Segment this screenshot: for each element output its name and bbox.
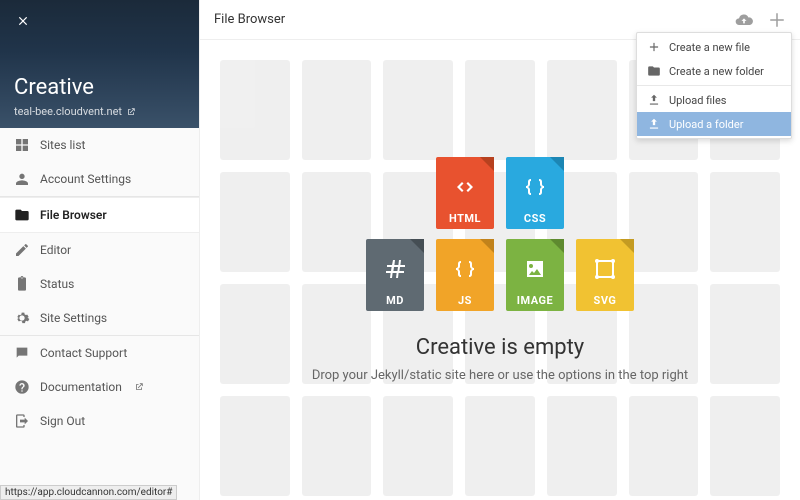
grid-icon	[14, 137, 30, 153]
file-type-md: MD	[366, 239, 424, 311]
file-row-2: MD JS IMAGE SVG	[366, 239, 634, 311]
dropdown-upload-files[interactable]: Upload files	[637, 88, 791, 112]
sidebar-item-sites-list[interactable]: Sites list	[0, 128, 199, 162]
braces-icon	[453, 257, 477, 281]
dropdown-create-folder[interactable]: Create a new folder	[637, 59, 791, 83]
file-type-css: CSS	[506, 157, 564, 229]
file-label: IMAGE	[517, 294, 553, 307]
nav-label: Contact Support	[40, 346, 127, 360]
pencil-icon	[14, 242, 30, 258]
sidebar-item-site-settings[interactable]: Site Settings	[0, 301, 199, 335]
file-type-js: JS	[436, 239, 494, 311]
help-icon	[14, 379, 30, 395]
nav-label: Sites list	[40, 138, 85, 152]
gear-icon	[14, 310, 30, 326]
sidebar-item-sign-out[interactable]: Sign Out	[0, 404, 199, 438]
file-label: HTML	[449, 212, 481, 225]
sidebar-nav: Sites list Account Settings File Browser…	[0, 128, 199, 500]
file-type-svg: SVG	[576, 239, 634, 311]
file-label: SVG	[594, 294, 617, 307]
chat-icon	[14, 345, 30, 361]
sidebar-hero: Creative teal-bee.cloudvent.net	[0, 0, 199, 128]
file-label: JS	[458, 294, 472, 307]
add-dropdown: Create a new file Create a new folder Up…	[636, 32, 792, 139]
dropdown-label: Upload files	[669, 94, 726, 107]
hash-icon	[383, 257, 407, 281]
sidebar-item-editor[interactable]: Editor	[0, 233, 199, 267]
file-label: MD	[386, 294, 404, 307]
file-label: CSS	[524, 212, 546, 225]
upload-icon	[647, 93, 661, 107]
nav-label: Site Settings	[40, 311, 107, 325]
account-icon	[14, 171, 30, 187]
status-bar-url: https://app.cloudcannon.com/editor#	[0, 485, 177, 500]
file-row-1: HTML CSS	[436, 157, 564, 229]
folder-plus-icon	[647, 64, 661, 78]
nav-label: File Browser	[40, 208, 107, 222]
sidebar-item-account-settings[interactable]: Account Settings	[0, 162, 199, 196]
site-url-link[interactable]: teal-bee.cloudvent.net	[14, 105, 136, 118]
sidebar-item-contact-support[interactable]: Contact Support	[0, 336, 199, 370]
site-url: teal-bee.cloudvent.net	[14, 105, 122, 118]
nav-label: Documentation	[40, 380, 122, 394]
add-button[interactable]	[768, 11, 786, 29]
plus-icon	[647, 40, 661, 54]
braces-icon	[523, 175, 547, 199]
nav-label: Status	[40, 277, 74, 291]
file-type-html: HTML	[436, 157, 494, 229]
empty-title: Creative is empty	[416, 335, 584, 360]
main: File Browser Create a new file Create a …	[200, 0, 800, 500]
clipboard-icon	[14, 276, 30, 292]
dropdown-label: Upload a folder	[669, 118, 743, 131]
dropdown-label: Create a new file	[669, 41, 750, 54]
external-link-icon	[126, 107, 136, 117]
exit-icon	[14, 413, 30, 429]
close-icon	[16, 14, 30, 28]
page-title: File Browser	[214, 12, 285, 27]
vector-icon	[593, 257, 617, 281]
code-icon	[453, 175, 477, 199]
plus-icon	[768, 11, 786, 29]
upload-icon	[647, 117, 661, 131]
dropdown-label: Create a new folder	[669, 65, 764, 78]
cloud-upload-button[interactable]	[734, 10, 754, 30]
external-link-icon	[134, 382, 144, 392]
sidebar: Creative teal-bee.cloudvent.net Sites li…	[0, 0, 200, 500]
nav-label: Editor	[40, 243, 71, 257]
site-title: Creative	[14, 75, 185, 100]
empty-subtitle: Drop your Jekyll/static site here or use…	[312, 368, 688, 383]
sidebar-item-status[interactable]: Status	[0, 267, 199, 301]
file-type-image: IMAGE	[506, 239, 564, 311]
close-button[interactable]	[14, 12, 32, 30]
nav-label: Sign Out	[40, 414, 85, 428]
dropdown-create-file[interactable]: Create a new file	[637, 35, 791, 59]
dropdown-upload-folder[interactable]: Upload a folder	[637, 112, 791, 136]
sidebar-item-documentation[interactable]: Documentation	[0, 370, 199, 404]
folder-icon	[14, 207, 30, 223]
cloud-upload-icon	[734, 10, 754, 30]
sidebar-item-file-browser[interactable]: File Browser	[0, 197, 199, 233]
nav-label: Account Settings	[40, 172, 131, 186]
image-icon	[523, 257, 547, 281]
